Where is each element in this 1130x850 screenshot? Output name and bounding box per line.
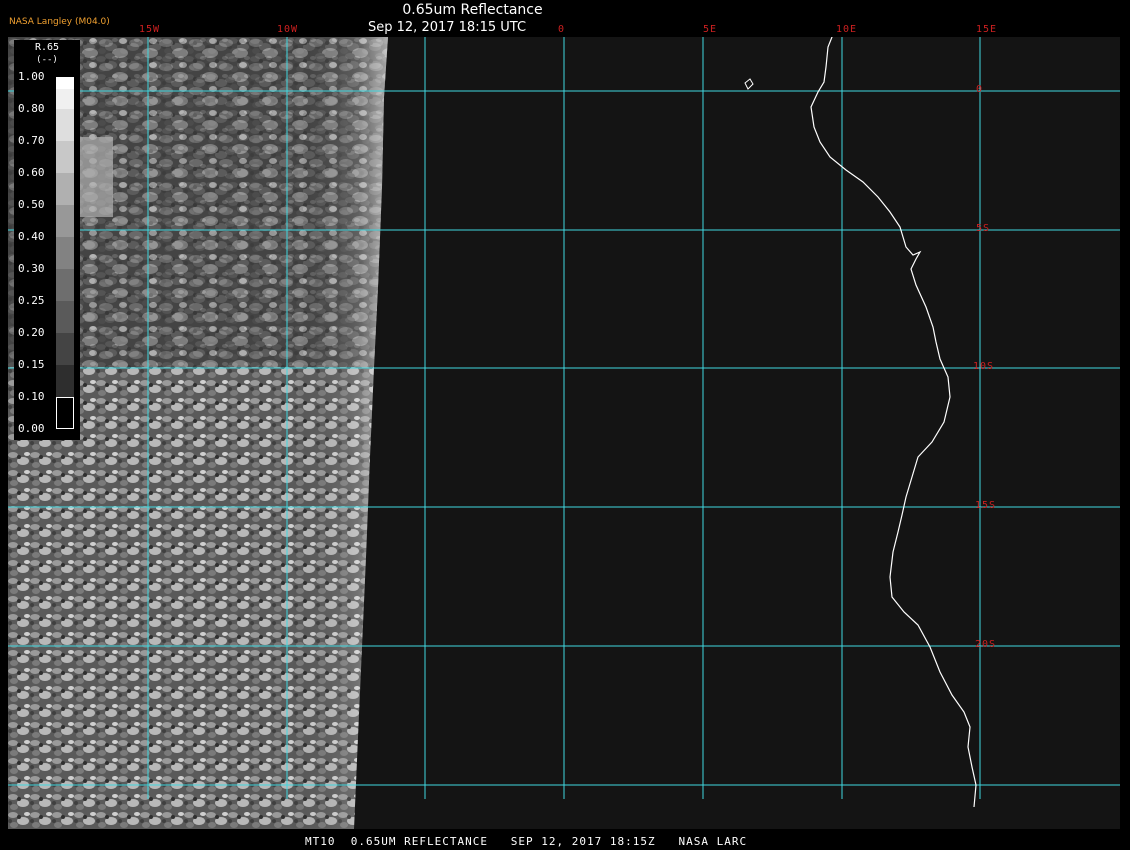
lat-label-20s: 20S [975,639,997,650]
legend-tick: 0.00 [18,422,45,435]
legend-swatch-2 [56,89,74,109]
lon-label-5e: 5E [703,24,718,35]
legend-tick: 0.40 [18,230,45,243]
legend-unit: (--) [36,55,58,65]
timestamp-subtitle: Sep 12, 2017 18:15 UTC [368,20,527,35]
legend-swatch-10 [56,333,74,365]
lon-label-0: 0 [558,24,566,35]
legend-swatch-9 [56,301,74,333]
legend-tick: 0.60 [18,166,45,179]
lat-label-10s: 10S [973,361,995,372]
legend-swatch-1 [56,77,74,89]
legend-swatch-6 [56,205,74,237]
africa-coastline [810,0,977,808]
lat-label-5s: 5S [976,223,991,234]
legend-swatch-11 [56,365,74,397]
lon-label-15w: 15W [139,24,161,35]
legend-tick: 0.25 [18,294,45,307]
legend-tick: 0.70 [18,134,45,147]
lon-label-15e: 15E [976,24,998,35]
legend-swatch-8 [56,269,74,301]
lon-label-10w: 10W [277,24,299,35]
legend-swatch-12 [56,397,74,429]
footer-caption: MT10 0.65UM REFLECTANCE SEP 12, 2017 18:… [305,835,748,848]
legend-swatch-3 [56,109,74,141]
bright-cloud-patch [78,137,113,217]
legend-tick: 0.30 [18,262,45,275]
island-outline [744,78,754,90]
legend-tick: 0.80 [18,102,45,115]
legend-swatch-5 [56,173,74,205]
lon-label-10e: 10E [836,24,858,35]
legend-tick: 0.20 [18,326,45,339]
lat-label-0: 0 [976,84,984,95]
legend-title: R.65 [34,42,60,53]
colorbar-legend: R.65 (--) 1.00 0.80 0.70 0.60 0.50 0.40 … [14,40,80,440]
satellite-image-panel [8,0,1120,829]
legend-tick: 1.00 [18,70,45,83]
legend-tick: 0.10 [18,390,45,403]
legend-swatch-7 [56,237,74,269]
map-graphics [8,0,1120,829]
legend-swatch-4 [56,141,74,173]
legend-tick: 0.50 [18,198,45,211]
legend-tick: 0.15 [18,358,45,371]
lat-label-15s: 15S [975,500,997,511]
product-title: 0.65um Reflectance [402,2,543,18]
credit-label: NASA Langley (M04.0) [9,17,110,27]
